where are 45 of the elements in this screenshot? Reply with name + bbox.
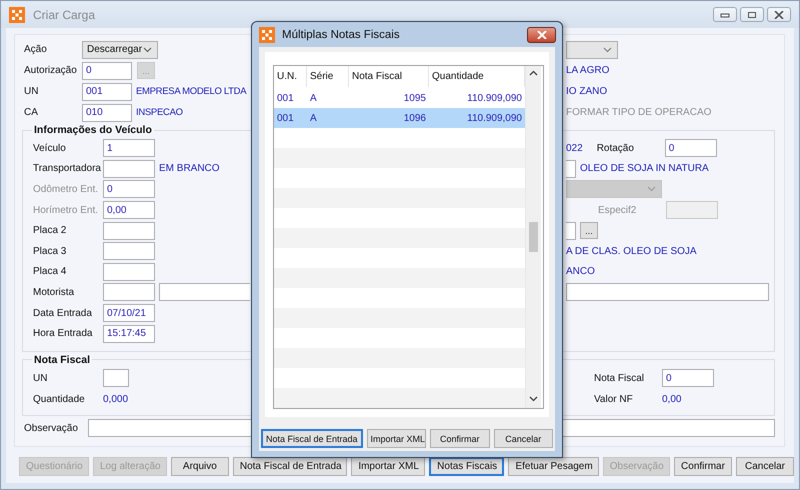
field-label: UN <box>24 86 40 97</box>
field-label: Placa 4 <box>33 266 68 278</box>
field-label: UN <box>33 372 48 384</box>
value-text: 0,00 <box>662 394 682 405</box>
description-text: 022 <box>566 142 583 154</box>
description-text: A DE CLAS. OLEO DE SOJA <box>566 246 697 257</box>
description-text: OLEO DE SOJA IN NATURA <box>580 163 709 174</box>
group-title: Informações do Veículo <box>33 124 153 136</box>
field-label: Valor NF <box>594 394 634 405</box>
description-text: IO ZANO <box>566 86 608 97</box>
field-label: Nota Fiscal <box>594 372 646 384</box>
field-label: Hora Entrada <box>33 328 94 340</box>
field-label: Odômetro Ent. <box>33 184 99 195</box>
table-cell-text: A <box>309 92 318 104</box>
field-label: Transportadora <box>33 163 99 174</box>
description-text: ANCO <box>566 266 595 278</box>
field-label: Observação <box>24 422 79 434</box>
table-cell-text: A <box>309 112 318 124</box>
field-label: CA <box>24 107 39 118</box>
group-title: Nota Fiscal <box>33 354 92 366</box>
value-text: 0,000 <box>103 394 128 405</box>
field-label: Data Entrada <box>33 308 93 319</box>
field-label: Especif2 <box>598 204 638 216</box>
field-label: Rotação <box>596 142 635 154</box>
description-text: INSPECAO <box>136 107 183 118</box>
dialog-title: Múltiplas Notas Fiscais <box>282 28 400 40</box>
field-label: Autorização <box>24 65 78 76</box>
table-cell-text: 001 <box>276 112 295 124</box>
description-text: EMPRESA MODELO LTDA <box>136 86 246 97</box>
field-label: Motorista <box>33 286 76 298</box>
table-cell-text: 001 <box>276 92 295 104</box>
window-title: Criar Carga <box>33 8 96 22</box>
field-label: Ação <box>24 44 48 55</box>
description-text: FORMAR TIPO DE OPERACAO <box>566 107 712 118</box>
field-label: Placa 3 <box>33 246 68 257</box>
table-cell-text: 110.909,090 <box>466 112 523 124</box>
table-cell-text: 1096 <box>402 112 427 124</box>
field-label: Veículo <box>33 142 67 154</box>
field-label: Horímetro Ent. <box>33 204 99 216</box>
field-label: Placa 2 <box>33 225 68 236</box>
field-label: Quantidade <box>33 394 86 405</box>
description-text: EM BRANCO <box>159 163 220 174</box>
description-text: LA AGRO <box>566 65 610 76</box>
table-cell-text: 110.909,090 <box>466 92 523 104</box>
table-cell-text: 1095 <box>402 92 427 104</box>
